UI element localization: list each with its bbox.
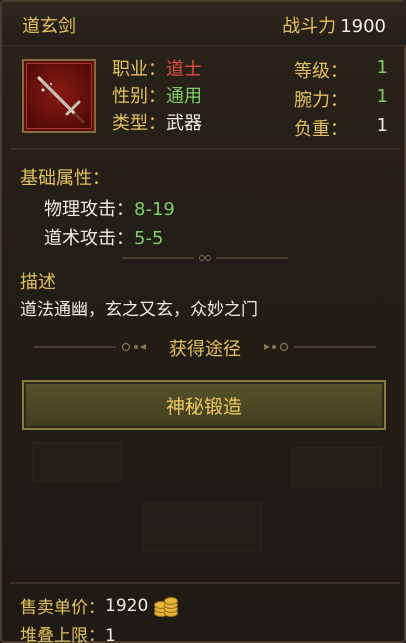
- attr-profession-value: 道士: [166, 59, 202, 80]
- stat-physical-attack: 物理攻击：8-19: [44, 195, 175, 221]
- attr-gender-label: 性别: [112, 86, 148, 107]
- attr-separator: ：: [330, 61, 348, 82]
- attr-gender-value: 通用: [166, 86, 202, 107]
- description-text: 道法通幽，玄之又玄，众妙之门: [20, 300, 258, 320]
- ornament-divider: [122, 255, 288, 261]
- sword-icon: [26, 63, 92, 129]
- attr-weight-label: 负重: [294, 119, 330, 140]
- divider: [10, 148, 400, 150]
- sell-price-value: 1920: [105, 595, 149, 616]
- sell-price: 售卖单价： 1920: [20, 593, 180, 618]
- attr-profession-label: 职业: [112, 59, 148, 80]
- attr-strength-value: 1: [376, 86, 388, 107]
- attr-strength: 腕力：: [294, 86, 348, 112]
- attr-level-value: 1: [376, 57, 388, 78]
- base-attributes-title: 基础属性：: [20, 168, 110, 189]
- attr-weight: 负重：: [294, 115, 348, 141]
- tooltip-header: 道玄剑 战斗力 1900: [2, 2, 406, 46]
- combat-power-label: 战斗力: [282, 16, 337, 37]
- attr-weight-value: 1: [376, 115, 388, 136]
- item-icon-frame: [22, 59, 96, 133]
- item-tooltip-panel: 道玄剑 战斗力 1900 职业：道士 性别：通用 类型：武器 等级： 1 腕力：…: [0, 0, 406, 643]
- attr-type: 类型：武器: [112, 109, 202, 135]
- attr-profession: 职业：道士: [112, 55, 202, 81]
- stat-taoist-attack-label: 道术攻击：: [44, 228, 134, 249]
- attr-separator: ：: [148, 113, 166, 134]
- sell-price-label: 售卖单价：: [20, 598, 105, 618]
- background-texture: [292, 447, 382, 487]
- stat-taoist-attack-value: 5-5: [134, 228, 164, 249]
- stack-limit-label: 堆叠上限：: [20, 626, 105, 643]
- stat-physical-attack-value: 8-19: [134, 199, 175, 220]
- combat-power: 战斗力 1900: [282, 12, 386, 38]
- gold-coins-icon: [152, 595, 180, 617]
- combat-power-value: 1900: [340, 16, 386, 37]
- divider: [10, 582, 400, 584]
- attr-separator: ：: [330, 90, 348, 111]
- attr-type-value: 武器: [166, 113, 202, 134]
- attr-gender: 性别：通用: [112, 82, 202, 108]
- attr-separator: ：: [330, 119, 348, 140]
- background-texture: [142, 502, 262, 552]
- attr-level-label: 等级: [294, 61, 330, 82]
- attr-strength-label: 腕力: [294, 90, 330, 111]
- attr-separator: ：: [148, 59, 166, 80]
- attr-type-label: 类型: [112, 113, 148, 134]
- description-title: 描述: [20, 272, 56, 293]
- mystic-forge-button[interactable]: 神秘锻造: [22, 380, 386, 430]
- stat-physical-attack-label: 物理攻击：: [44, 199, 134, 220]
- attr-separator: ：: [148, 86, 166, 107]
- ornament-right: [264, 342, 376, 352]
- stack-limit: 堆叠上限：1: [20, 621, 116, 643]
- stack-limit-value: 1: [105, 626, 116, 643]
- stat-taoist-attack: 道术攻击：5-5: [44, 224, 163, 250]
- item-name: 道玄剑: [22, 16, 76, 37]
- background-texture: [32, 442, 122, 482]
- attr-level: 等级：: [294, 57, 348, 83]
